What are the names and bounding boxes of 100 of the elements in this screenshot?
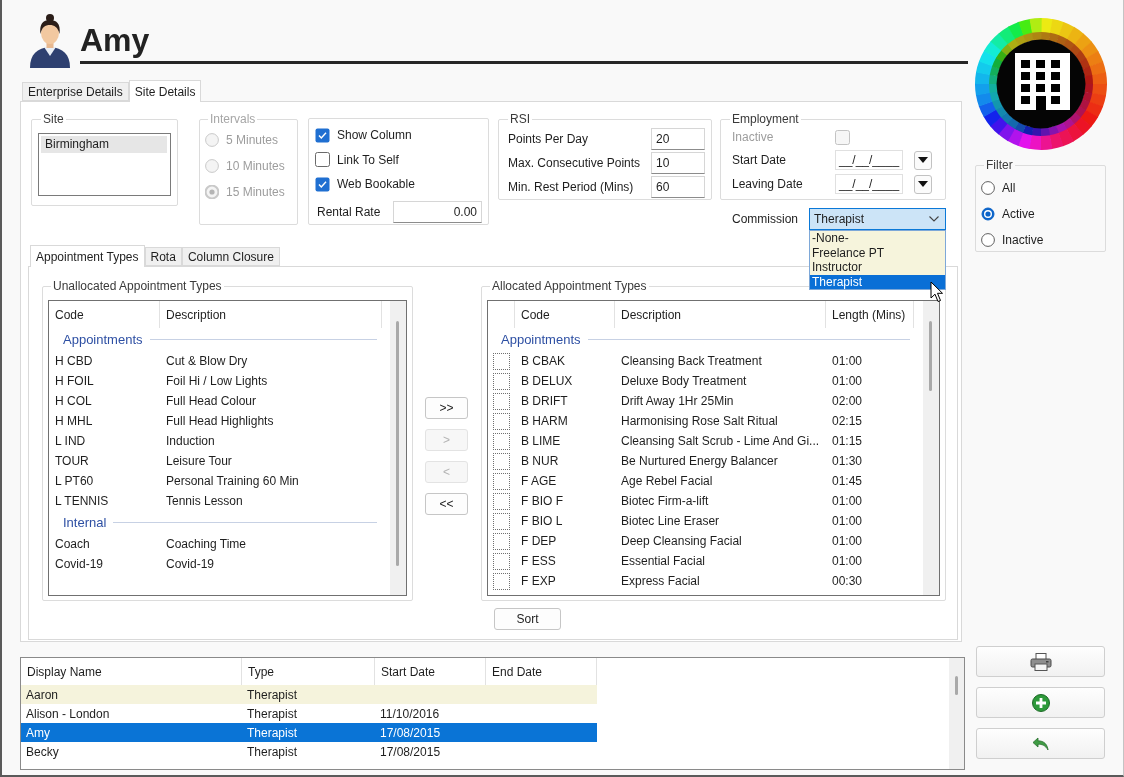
table-cell: Therapist — [247, 706, 298, 721]
dropdown-option[interactable]: Instructor — [810, 260, 945, 275]
description-cell: Drift Away 1Hr 25Min — [621, 394, 734, 408]
group-title: Intervals — [209, 112, 257, 127]
code-cell: B LIME — [521, 434, 561, 448]
checkbox-label: Web Bookable — [337, 177, 415, 192]
commission-select[interactable]: Therapist — [809, 208, 946, 230]
tab[interactable]: Rota — [144, 247, 182, 266]
add-icon — [1031, 693, 1050, 712]
description-cell: Harmonising Rose Salt Ritual — [621, 414, 778, 428]
scrollbar-thumb[interactable] — [929, 321, 932, 391]
checkbox[interactable] — [493, 472, 510, 490]
checkbox[interactable] — [493, 392, 510, 410]
tab[interactable]: Appointment Types — [30, 245, 145, 267]
text-field[interactable]: 20 — [651, 128, 705, 150]
length-cell: 01:00 — [832, 494, 863, 508]
print-button[interactable] — [976, 646, 1105, 677]
checkbox[interactable] — [493, 532, 510, 550]
code-cell: L TENNIS — [55, 494, 109, 508]
radio-button[interactable] — [981, 233, 995, 247]
move-button[interactable]: >> — [425, 397, 468, 419]
code-cell: Coach — [55, 537, 90, 551]
description-cell: Express Facial — [621, 574, 700, 588]
checkbox[interactable] — [493, 492, 510, 510]
description-cell: Tennis Lesson — [166, 494, 243, 508]
building-logo-icon — [975, 18, 1107, 150]
add-button[interactable] — [976, 687, 1105, 718]
tab[interactable]: Enterprise Details — [22, 82, 129, 101]
description-cell: Essential Facial — [621, 554, 706, 568]
checkbox[interactable] — [315, 127, 330, 143]
checkbox[interactable] — [493, 452, 510, 470]
table-cell: 17/08/2015 — [380, 725, 441, 740]
tab[interactable]: Site Details — [128, 80, 202, 102]
checkbox[interactable] — [493, 432, 510, 450]
checkbox[interactable] — [493, 512, 510, 530]
move-button[interactable]: << — [425, 493, 468, 515]
text-field[interactable]: 60 — [651, 176, 705, 198]
checkbox[interactable] — [493, 412, 510, 430]
undo-icon — [1031, 736, 1050, 751]
length-cell: 02:15 — [832, 414, 863, 428]
radio-button[interactable] — [981, 181, 995, 195]
description-cell: Biotec Line Eraser — [621, 514, 720, 528]
rental-rate-field[interactable]: 0.00 — [393, 200, 482, 223]
group-heading: Appointments — [63, 332, 143, 347]
dropdown-button[interactable] — [914, 150, 932, 170]
dropdown-option[interactable]: Freelance PT — [810, 245, 945, 260]
dropdown-button[interactable] — [914, 174, 932, 194]
table-cell: Therapist — [247, 725, 298, 740]
description-cell: Personal Training 60 Min — [166, 474, 299, 488]
radio-label: 10 Minutes — [226, 159, 285, 173]
checkbox[interactable] — [493, 572, 510, 590]
radio-label: 15 Minutes — [226, 185, 285, 199]
printer-icon — [1029, 652, 1052, 671]
description-cell: Cleansing Salt Scrub - Lime And Gi... — [621, 434, 820, 448]
code-cell: B HARM — [521, 414, 568, 428]
checkbox[interactable] — [315, 152, 330, 168]
checkbox[interactable] — [315, 176, 330, 192]
code-cell: TOUR — [55, 454, 89, 468]
table-cell: Becky — [26, 744, 59, 759]
group-title: Filter — [985, 158, 1014, 173]
table-row[interactable]: Amy Therapist 17/08/2015 — [21, 723, 597, 742]
text-field[interactable]: 10 — [651, 152, 705, 174]
checkbox[interactable] — [493, 352, 510, 370]
checkbox[interactable] — [493, 372, 510, 390]
length-cell: 01:00 — [832, 354, 863, 368]
date-field[interactable]: __/__/____ — [835, 150, 903, 170]
table-cell: Aaron — [26, 687, 59, 702]
code-cell: H FOIL — [55, 374, 94, 388]
scrollbar-thumb[interactable] — [396, 321, 399, 566]
group-heading: Appointments — [501, 332, 581, 347]
code-cell: B DELUX — [521, 374, 573, 388]
table-row[interactable]: Aaron Therapist — [21, 685, 597, 704]
radio-label: Inactive — [1002, 233, 1044, 247]
group-title: Unallocated Appointment Types — [52, 279, 223, 294]
description-cell: Covid-19 — [166, 557, 215, 571]
radio-button[interactable] — [981, 207, 995, 221]
length-cell: 01:00 — [832, 554, 863, 568]
sort-button[interactable]: Sort — [494, 608, 561, 630]
description-cell: Full Head Highlights — [166, 414, 274, 428]
radio-label: 5 Minutes — [226, 133, 279, 147]
checkbox[interactable] — [493, 552, 510, 570]
group-heading: Internal — [63, 515, 107, 530]
table-cell: 17/08/2015 — [380, 744, 441, 759]
table-cell: Alison - London — [26, 706, 110, 721]
code-cell: Covid-19 — [55, 557, 104, 571]
length-cell: 01:00 — [832, 534, 863, 548]
tab[interactable]: Column Closure — [181, 247, 280, 266]
group-title: Allocated Appointment Types — [491, 279, 648, 294]
dropdown-option[interactable]: -None- — [810, 231, 945, 246]
length-cell: 01:30 — [832, 454, 863, 468]
date-field[interactable]: __/__/____ — [835, 174, 903, 194]
caret-icon — [918, 157, 928, 163]
code-cell: F AGE — [521, 474, 557, 488]
field-label: Max. Consecutive Points — [508, 156, 641, 170]
code-cell: F BIO F — [521, 494, 563, 508]
field-label: Commission — [732, 212, 798, 226]
description-cell: Coaching Time — [166, 537, 247, 551]
list-item[interactable]: Birmingham — [41, 136, 167, 153]
scrollbar-thumb[interactable] — [955, 676, 958, 695]
dropdown-option[interactable]: Therapist — [810, 274, 945, 289]
